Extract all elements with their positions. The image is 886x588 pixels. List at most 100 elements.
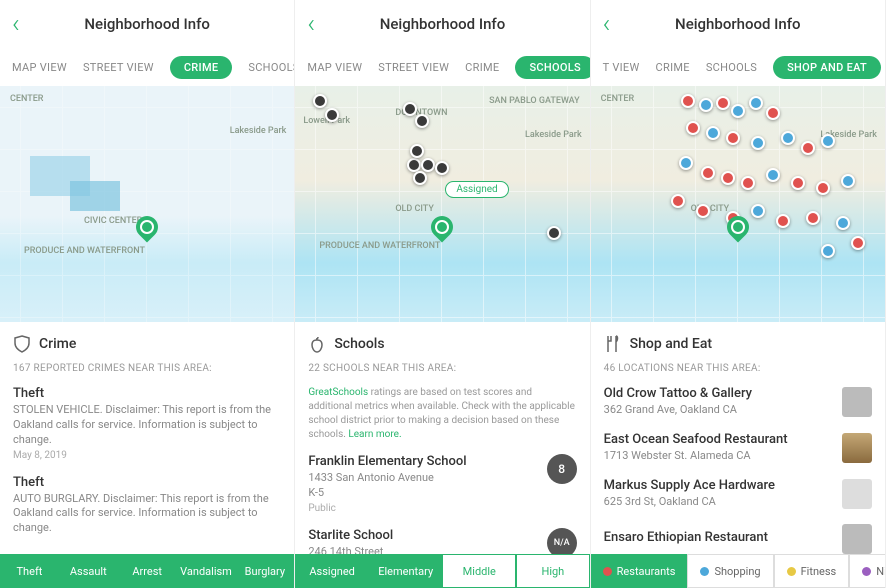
poi-marker[interactable] <box>816 181 830 195</box>
crime-heat <box>70 181 120 211</box>
legend-dot <box>862 567 871 576</box>
tab-crime[interactable]: CRIME <box>170 56 233 79</box>
tab-street[interactable]: STREET VIEW <box>378 61 449 74</box>
location-item[interactable]: Ensaro Ethiopian Restaurant <box>604 524 872 554</box>
screen-shop: ‹ Neighborhood Info T VIEW CRIME SCHOOLS… <box>591 0 886 588</box>
filter-vandalism[interactable]: Vandalism <box>177 554 236 588</box>
map-label: CENTER <box>601 94 634 104</box>
back-icon[interactable]: ‹ <box>307 9 315 39</box>
poi-marker[interactable] <box>686 121 700 135</box>
tab-crime[interactable]: CRIME <box>656 61 690 74</box>
gs-link[interactable]: GreatSchools <box>308 387 368 398</box>
section-title: Shop and Eat <box>630 336 712 352</box>
poi-marker[interactable] <box>701 166 715 180</box>
poi-marker[interactable] <box>679 156 693 170</box>
poi-marker[interactable] <box>766 106 780 120</box>
map-crime[interactable]: CENTER CIVIC CENTER PRODUCE AND WATERFRO… <box>0 86 294 322</box>
loc-thumb <box>842 433 872 463</box>
map-shop[interactable]: CENTER Lakeside Park OLD CITY <box>591 86 885 322</box>
legend-fitness[interactable]: Fitness <box>774 554 850 588</box>
poi-marker[interactable] <box>731 104 745 118</box>
school-count: 22 SCHOOLS NEAR THIS AREA: <box>308 363 576 374</box>
back-icon[interactable]: ‹ <box>603 9 611 39</box>
poi-marker[interactable] <box>851 236 865 250</box>
map-schools[interactable]: Lowell Park DOWNTOWN SAN PABLO GATEWAY L… <box>295 86 589 322</box>
poi-marker[interactable] <box>699 98 713 112</box>
filter-burglary[interactable]: Burglary <box>235 554 294 588</box>
school-name: Starlite School <box>308 528 536 543</box>
utensils-icon <box>604 335 622 353</box>
tab-schools[interactable]: SCHOOLS <box>706 61 757 74</box>
poi-marker[interactable] <box>821 244 835 258</box>
crime-date: May 8, 2019 <box>13 450 281 461</box>
back-icon[interactable]: ‹ <box>12 9 20 39</box>
filter-high[interactable]: High <box>516 554 590 588</box>
legend-nightlife[interactable]: Nightlife <box>849 554 885 588</box>
poi-marker[interactable] <box>751 136 765 150</box>
tab-schools[interactable]: SCHOOLS <box>248 61 294 74</box>
location-item[interactable]: Markus Supply Ace Hardware625 3rd St, Oa… <box>604 478 872 510</box>
poi-marker[interactable] <box>821 134 835 148</box>
poi-marker[interactable] <box>726 131 740 145</box>
crime-panel: Crime 167 REPORTED CRIMES NEAR THIS AREA… <box>0 322 294 588</box>
map-label: CIVIC CENTER <box>84 216 142 226</box>
screen-schools: ‹ Neighborhood Info MAP VIEW STREET VIEW… <box>295 0 590 588</box>
map-label: Lakeside Park <box>230 126 287 136</box>
poi-marker[interactable] <box>791 176 805 190</box>
map-roads <box>591 86 885 322</box>
section-title: Crime <box>39 336 76 352</box>
poi-marker[interactable] <box>741 176 755 190</box>
filter-assault[interactable]: Assault <box>59 554 118 588</box>
poi-marker[interactable] <box>776 214 790 228</box>
section-title: Schools <box>334 336 384 352</box>
poi-marker[interactable] <box>721 171 735 185</box>
poi-marker[interactable] <box>806 211 820 225</box>
school-type: Public <box>308 503 536 514</box>
tab-crime[interactable]: CRIME <box>465 61 499 74</box>
tabs: T VIEW CRIME SCHOOLS SHOP AND EAT CO <box>591 48 885 86</box>
loc-addr: 625 3rd St, Oakland CA <box>604 495 832 510</box>
poi-marker[interactable] <box>836 216 850 230</box>
poi-marker[interactable] <box>696 204 710 218</box>
filter-theft[interactable]: Theft <box>0 554 59 588</box>
school-grades: K-5 <box>308 486 536 501</box>
crime-desc: AUTO BURGLARY. Disclaimer: This report i… <box>13 492 281 537</box>
crime-item[interactable]: Theft STOLEN VEHICLE. Disclaimer: This r… <box>13 386 281 461</box>
loc-name: Old Crow Tattoo & Gallery <box>604 386 832 401</box>
filter-middle[interactable]: Middle <box>442 554 516 588</box>
poi-marker[interactable] <box>781 131 795 145</box>
poi-marker[interactable] <box>706 126 720 140</box>
poi-marker[interactable] <box>671 194 685 208</box>
tab-map[interactable]: MAP VIEW <box>307 61 362 74</box>
legend-shopping[interactable]: Shopping <box>687 554 773 588</box>
poi-marker[interactable] <box>766 168 780 182</box>
poi-marker[interactable] <box>716 96 730 110</box>
location-item[interactable]: East Ocean Seafood Restaurant1713 Webste… <box>604 432 872 464</box>
loc-name: East Ocean Seafood Restaurant <box>604 432 832 447</box>
map-label: Lakeside Park <box>525 130 582 140</box>
schools-panel: Schools 22 SCHOOLS NEAR THIS AREA: Great… <box>295 322 589 588</box>
tab-map[interactable]: MAP VIEW <box>12 61 67 74</box>
assigned-badge[interactable]: Assigned <box>445 181 508 198</box>
apple-icon <box>308 335 326 353</box>
poi-marker[interactable] <box>749 96 763 110</box>
school-item[interactable]: Franklin Elementary School 1433 San Anto… <box>308 454 576 514</box>
crime-item[interactable]: Theft AUTO BURGLARY. Disclaimer: This re… <box>13 475 281 537</box>
filter-elementary[interactable]: Elementary <box>369 554 443 588</box>
header: ‹ Neighborhood Info <box>591 0 885 48</box>
filter-assigned[interactable]: Assigned <box>295 554 369 588</box>
crime-desc: STOLEN VEHICLE. Disclaimer: This report … <box>13 403 281 448</box>
poi-marker[interactable] <box>841 174 855 188</box>
location-item[interactable]: Old Crow Tattoo & Gallery362 Grand Ave, … <box>604 386 872 418</box>
legend-restaurants[interactable]: Restaurants <box>591 554 688 588</box>
poi-marker[interactable] <box>751 204 765 218</box>
poi-marker[interactable] <box>681 94 695 108</box>
learn-more-link[interactable]: Learn more. <box>348 429 401 440</box>
school-score: 8 <box>547 454 577 484</box>
poi-marker[interactable] <box>801 141 815 155</box>
tab-schools[interactable]: SCHOOLS <box>515 56 589 79</box>
filter-arrest[interactable]: Arrest <box>118 554 177 588</box>
tab-shop[interactable]: SHOP AND EAT <box>773 56 881 79</box>
tab-street[interactable]: STREET VIEW <box>83 61 154 74</box>
tab-street[interactable]: T VIEW <box>603 61 640 74</box>
